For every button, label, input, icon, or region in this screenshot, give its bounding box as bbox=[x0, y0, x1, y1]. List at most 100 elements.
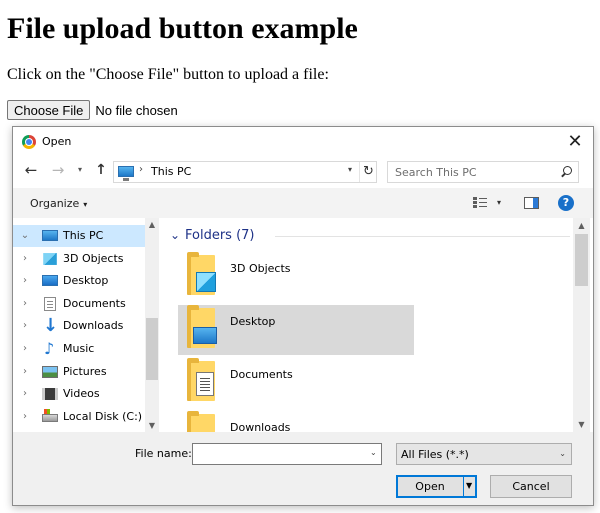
choose-file-button[interactable]: Choose File bbox=[7, 100, 91, 120]
breadcrumb-separator-icon[interactable]: › bbox=[139, 164, 143, 175]
3d-objects-icon bbox=[196, 272, 216, 292]
sidebar-item-label: Documents bbox=[63, 296, 126, 310]
no-file-chosen-text: No file chosen bbox=[95, 102, 178, 118]
file-type-select[interactable]: All Files (*.*) ⌄ bbox=[396, 443, 572, 465]
page-intro-text: Click on the "Choose File" button to upl… bbox=[7, 66, 329, 83]
folder-name: Desktop bbox=[230, 315, 276, 328]
chevron-right-icon[interactable]: › bbox=[20, 366, 30, 377]
group-label: Folders (7) bbox=[185, 228, 255, 243]
organize-button[interactable]: Organize ▾ bbox=[30, 197, 87, 210]
open-file-dialog: Open ✕ ← → ▾ ↑ › This PC ▾ ↻ Search This… bbox=[12, 126, 594, 506]
recent-locations-chevron-icon[interactable]: ▾ bbox=[75, 164, 85, 176]
open-button-label: Open bbox=[415, 480, 445, 493]
local-disk-icon bbox=[42, 408, 58, 422]
back-arrow-icon[interactable]: ← bbox=[23, 162, 39, 178]
address-bar[interactable]: › This PC ▾ ↻ bbox=[113, 161, 377, 183]
downloads-icon bbox=[42, 315, 58, 337]
navigation-pane-scrollbar[interactable]: ▲ ▼ bbox=[145, 218, 159, 432]
close-button[interactable]: ✕ bbox=[563, 131, 587, 153]
refresh-icon[interactable]: ↻ bbox=[359, 162, 377, 182]
sidebar-item-pictures[interactable]: › Pictures bbox=[13, 361, 145, 383]
cancel-button[interactable]: Cancel bbox=[490, 475, 572, 498]
folder-item-downloads[interactable]: Downloads bbox=[178, 411, 414, 432]
dialog-footer: File name: ⌄ All Files (*.*) ⌄ Open ▼ Ca… bbox=[13, 432, 593, 505]
chevron-right-icon[interactable]: › bbox=[20, 343, 30, 354]
sidebar-item-label: Videos bbox=[63, 387, 100, 401]
dialog-titlebar[interactable]: Open ✕ bbox=[13, 127, 593, 157]
sidebar-item-this-pc[interactable]: ⌄ This PC bbox=[13, 225, 145, 247]
view-options-caret-icon[interactable]: ▾ bbox=[497, 198, 501, 207]
forward-arrow-icon[interactable]: → bbox=[50, 162, 66, 178]
scrollbar-thumb[interactable] bbox=[575, 234, 588, 286]
sidebar-item-music[interactable]: › Music bbox=[13, 338, 145, 360]
scrollbar-thumb[interactable] bbox=[146, 318, 158, 380]
sidebar-item-label: Music bbox=[63, 342, 95, 355]
folder-name: Downloads bbox=[230, 421, 291, 432]
sidebar-item-documents[interactable]: › Documents bbox=[13, 293, 145, 315]
scroll-up-icon[interactable]: ▲ bbox=[573, 221, 590, 230]
sidebar-item-videos[interactable]: › Videos bbox=[13, 383, 145, 405]
folder-item-3d-objects[interactable]: 3D Objects bbox=[178, 252, 414, 302]
sidebar-item-label: Downloads bbox=[63, 319, 124, 333]
folder-name: Documents bbox=[230, 368, 293, 381]
this-pc-icon bbox=[118, 166, 134, 181]
file-list-pane: ⌄ Folders (7) 3D Objects Desktop Documents… bbox=[160, 218, 573, 432]
organize-label: Organize bbox=[30, 197, 80, 210]
navigation-pane: ⌄ This PC › 3D Objects › Desktop › Documents › Do… bbox=[13, 218, 159, 432]
help-icon[interactable]: ? bbox=[558, 195, 574, 211]
videos-icon bbox=[42, 388, 58, 401]
file-name-dropdown-icon[interactable]: ⌄ bbox=[370, 448, 377, 457]
chevron-down-icon[interactable]: ⌄ bbox=[20, 230, 30, 241]
search-input[interactable]: Search This PC bbox=[387, 161, 579, 183]
this-pc-icon bbox=[42, 230, 58, 241]
sidebar-item-downloads[interactable]: › Downloads bbox=[13, 315, 145, 337]
file-name-label: File name: bbox=[135, 447, 192, 460]
up-arrow-icon[interactable]: ↑ bbox=[93, 162, 109, 178]
folders-group-header[interactable]: ⌄ Folders (7) bbox=[170, 228, 570, 244]
sidebar-item-3d-objects[interactable]: › 3D Objects bbox=[13, 248, 145, 270]
address-dropdown-icon[interactable]: ▾ bbox=[348, 165, 352, 174]
group-divider bbox=[275, 236, 570, 237]
search-icon bbox=[560, 166, 572, 178]
documents-icon bbox=[44, 296, 56, 311]
folder-name: 3D Objects bbox=[230, 262, 291, 275]
breadcrumb-this-pc[interactable]: This PC bbox=[151, 165, 191, 178]
open-button[interactable]: Open ▼ bbox=[396, 475, 477, 498]
chevron-right-icon[interactable]: › bbox=[20, 320, 30, 331]
sidebar-item-label: Pictures bbox=[63, 364, 107, 378]
preview-pane-icon[interactable] bbox=[524, 197, 539, 209]
documents-icon bbox=[196, 372, 214, 396]
chevron-right-icon[interactable]: › bbox=[20, 388, 30, 399]
chevron-down-icon: ⌄ bbox=[559, 449, 566, 458]
folder-item-desktop[interactable]: Desktop bbox=[178, 305, 414, 355]
desktop-icon bbox=[42, 275, 58, 287]
chevron-right-icon[interactable]: › bbox=[20, 253, 30, 264]
chevron-right-icon[interactable]: › bbox=[20, 411, 30, 422]
sidebar-item-label: Desktop bbox=[63, 274, 109, 288]
sidebar-item-local-disk-c[interactable]: › Local Disk (C:) bbox=[13, 406, 145, 428]
page-title: File upload button example bbox=[7, 12, 358, 45]
music-icon bbox=[42, 339, 58, 359]
command-bar: Organize ▾ ▾ ? bbox=[13, 188, 593, 218]
file-list-scrollbar[interactable]: ▲ ▼ bbox=[573, 218, 590, 432]
split-divider bbox=[463, 477, 464, 496]
file-name-input[interactable] bbox=[192, 443, 382, 465]
organize-caret-icon: ▾ bbox=[83, 200, 88, 209]
folder-item-documents[interactable]: Documents bbox=[178, 358, 414, 408]
chevron-right-icon[interactable]: › bbox=[20, 275, 30, 286]
sidebar-item-label: 3D Objects bbox=[63, 251, 124, 265]
pictures-icon bbox=[42, 365, 58, 378]
scroll-up-icon[interactable]: ▲ bbox=[145, 220, 159, 229]
sidebar-item-desktop[interactable]: › Desktop bbox=[13, 270, 145, 292]
chrome-logo-icon bbox=[22, 135, 36, 149]
file-input: Choose File No file chosen bbox=[7, 100, 178, 120]
scroll-down-icon[interactable]: ▼ bbox=[145, 421, 159, 430]
sidebar-item-label: Local Disk (C:) bbox=[63, 409, 143, 423]
chevron-down-icon: ⌄ bbox=[170, 228, 181, 242]
3d-objects-icon bbox=[43, 252, 57, 265]
open-options-arrow-icon[interactable]: ▼ bbox=[466, 481, 472, 490]
sidebar-item-label: This PC bbox=[63, 229, 104, 242]
change-view-icon[interactable] bbox=[473, 197, 487, 209]
chevron-right-icon[interactable]: › bbox=[20, 298, 30, 309]
scroll-down-icon[interactable]: ▼ bbox=[573, 420, 590, 429]
